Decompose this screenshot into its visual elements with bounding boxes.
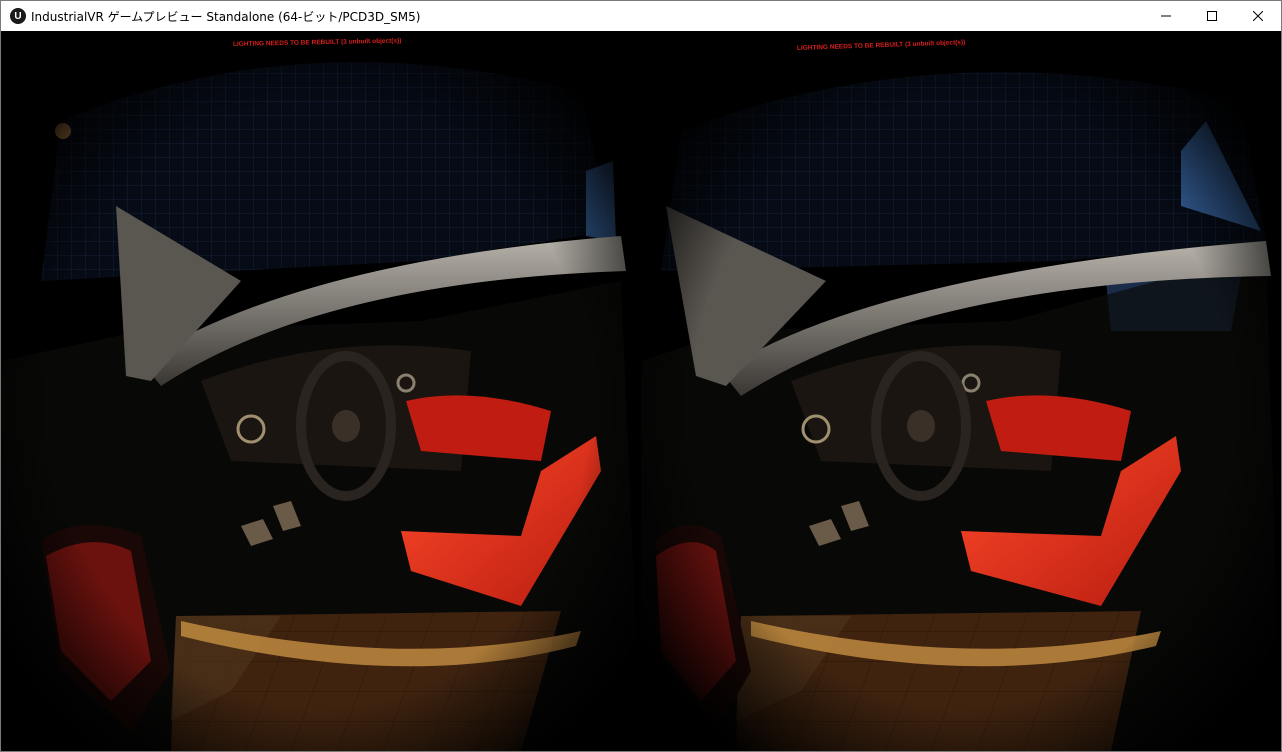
left-eye-view[interactable]: LIGHTING NEEDS TO BE REBUILT (3 unbuilt … — [1, 31, 641, 751]
minimize-icon — [1161, 15, 1171, 17]
maximize-button[interactable] — [1189, 1, 1235, 31]
vr-stereo-viewport[interactable]: LIGHTING NEEDS TO BE REBUILT (3 unbuilt … — [1, 31, 1281, 751]
title-bar[interactable]: U IndustrialVR ゲームプレビュー Standalone (64-ビ… — [1, 1, 1281, 31]
window-title: IndustrialVR ゲームプレビュー Standalone (64-ビット… — [31, 9, 421, 24]
left-eye-render — [1, 31, 641, 751]
window-controls — [1143, 1, 1281, 31]
game-preview-window: U IndustrialVR ゲームプレビュー Standalone (64-ビ… — [0, 0, 1282, 752]
right-eye-view[interactable]: LIGHTING NEEDS TO BE REBUILT (3 unbuilt … — [641, 31, 1281, 751]
close-icon — [1253, 11, 1263, 21]
minimize-button[interactable] — [1143, 1, 1189, 31]
close-button[interactable] — [1235, 1, 1281, 31]
unreal-engine-icon: U — [10, 8, 26, 24]
right-eye-render — [641, 31, 1281, 751]
maximize-icon — [1207, 11, 1217, 21]
